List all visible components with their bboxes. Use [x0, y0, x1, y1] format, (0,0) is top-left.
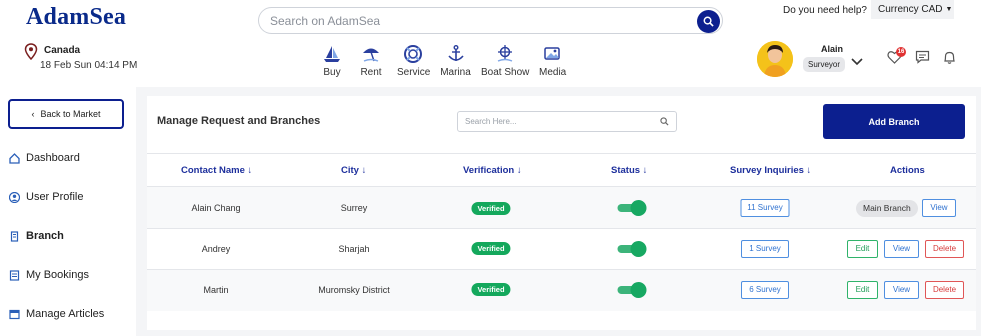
survey-inquiries-button[interactable]: 1 Survey: [741, 240, 789, 258]
nav-rent[interactable]: Rent: [359, 42, 383, 78]
back-to-market-button[interactable]: ‹ Back to Market: [8, 99, 124, 129]
currency-label: Currency CAD: [878, 4, 943, 15]
table-row: [147, 187, 976, 228]
notifications-button[interactable]: [942, 50, 957, 70]
nav-service[interactable]: Service: [397, 42, 431, 78]
nav-label: Media: [539, 67, 567, 78]
global-search-input[interactable]: Search on AdamSea: [258, 7, 723, 34]
articles-icon: [9, 309, 20, 319]
lifebuoy-icon: [404, 45, 422, 63]
beach-umbrella-icon: [363, 48, 379, 62]
nav-marina[interactable]: Marina: [440, 42, 471, 78]
user-name: Alain: [821, 44, 844, 54]
location-country: Canada: [44, 45, 81, 56]
survey-inquiries-button[interactable]: 6 Survey: [741, 281, 789, 299]
verified-badge: Verified: [471, 202, 511, 215]
column-header-status[interactable]: Status ↓: [611, 165, 647, 176]
delete-button[interactable]: Delete: [925, 281, 964, 299]
user-icon: [9, 191, 20, 203]
column-header-survey-inquiries[interactable]: Survey Inquiries ↓: [730, 165, 811, 176]
status-toggle[interactable]: [617, 282, 647, 298]
sailboat-icon: [324, 46, 340, 62]
cell-city: Surrey: [340, 203, 368, 213]
verified-badge: Verified: [471, 242, 511, 255]
main-branch-badge: Main Branch: [856, 200, 918, 217]
nav-label: Service: [397, 67, 431, 78]
column-header-city[interactable]: City ↓: [341, 165, 366, 176]
home-icon: [9, 152, 20, 164]
column-header-verification[interactable]: Verification ↓: [463, 165, 522, 176]
divider: [147, 228, 976, 229]
cell-city: Sharjah: [338, 244, 370, 254]
messages-button[interactable]: [915, 50, 930, 69]
sidebar-item-label: Branch: [26, 230, 64, 242]
delete-button[interactable]: Delete: [925, 240, 964, 258]
edit-button[interactable]: Edit: [847, 240, 878, 258]
sidebar-item-branch[interactable]: Branch: [9, 230, 64, 242]
cell-contact-name: Andrey: [201, 244, 231, 254]
chevron-down-icon: [851, 58, 863, 66]
nav-label: Buy: [323, 67, 341, 78]
notification-count-badge: 16: [896, 47, 906, 57]
ship-wheel-icon: [497, 45, 513, 62]
anchor-icon: [447, 45, 464, 61]
view-button[interactable]: View: [884, 240, 919, 258]
user-role-badge: Surveyor: [803, 57, 846, 72]
sidebar-item-user-profile[interactable]: User Profile: [9, 191, 83, 203]
column-header-contact-name[interactable]: Contact Name ↓: [181, 165, 252, 176]
search-icon: [660, 117, 669, 126]
cell-contact-name: Alain Chang: [191, 203, 241, 213]
nav-label: Rent: [360, 67, 382, 78]
survey-inquiries-button[interactable]: 11 Survey: [740, 199, 790, 217]
search-placeholder: Search on AdamSea: [270, 14, 381, 28]
chat-icon: [915, 50, 930, 64]
adamsea-logo[interactable]: AdamSea: [26, 4, 126, 31]
page-title: Manage Request and Branches: [157, 115, 321, 127]
sidebar-item-manage-articles[interactable]: Manage Articles: [9, 308, 104, 320]
sidebar-item-label: User Profile: [26, 191, 84, 203]
caret-down-icon: ▼: [945, 6, 953, 13]
location-datetime: 18 Feb Sun 04:14 PM: [40, 60, 138, 71]
cell-contact-name: Martin: [203, 285, 229, 295]
status-toggle[interactable]: [617, 200, 647, 216]
divider: [147, 153, 976, 154]
sidebar-item-my-bookings[interactable]: My Bookings: [9, 269, 89, 281]
currency-dropdown[interactable]: Currency CAD ▼: [871, 0, 954, 19]
help-link[interactable]: Do you need help?: [783, 5, 867, 16]
user-photo-icon: [757, 41, 793, 77]
view-button[interactable]: View: [922, 199, 956, 217]
bell-icon: [944, 51, 955, 64]
back-to-market-label: Back to Market: [40, 109, 101, 119]
sidebar-item-label: Dashboard: [26, 152, 80, 164]
branch-search-input[interactable]: Search Here...: [457, 111, 677, 132]
nav-boat-show[interactable]: Boat Show: [481, 42, 529, 78]
search-button[interactable]: [697, 10, 720, 33]
chevron-left-icon: ‹: [31, 109, 35, 119]
sidebar-item-label: Manage Articles: [26, 308, 105, 320]
branch-icon: [10, 230, 19, 242]
edit-button[interactable]: Edit: [847, 281, 878, 299]
avatar[interactable]: [757, 41, 793, 77]
search-placeholder: Search Here...: [465, 117, 517, 126]
add-branch-button[interactable]: Add Branch: [823, 104, 965, 139]
nav-label: Marina: [440, 67, 471, 78]
verified-badge: Verified: [471, 283, 511, 296]
status-toggle[interactable]: [617, 241, 647, 257]
nav-buy[interactable]: Buy: [319, 42, 345, 78]
view-button[interactable]: View: [884, 281, 919, 299]
nav-label: Boat Show: [481, 67, 530, 78]
bookings-icon: [9, 269, 20, 281]
cell-city: Muromsky District: [318, 285, 390, 295]
location-pin-icon: [24, 43, 38, 60]
column-header-actions: Actions: [890, 165, 925, 176]
user-menu-chevron[interactable]: [851, 53, 863, 71]
nav-media[interactable]: Media: [539, 42, 566, 78]
sidebar-item-dashboard[interactable]: Dashboard: [9, 152, 80, 164]
sidebar-item-label: My Bookings: [26, 269, 89, 281]
media-icon: [543, 47, 560, 60]
search-icon: [703, 16, 714, 27]
